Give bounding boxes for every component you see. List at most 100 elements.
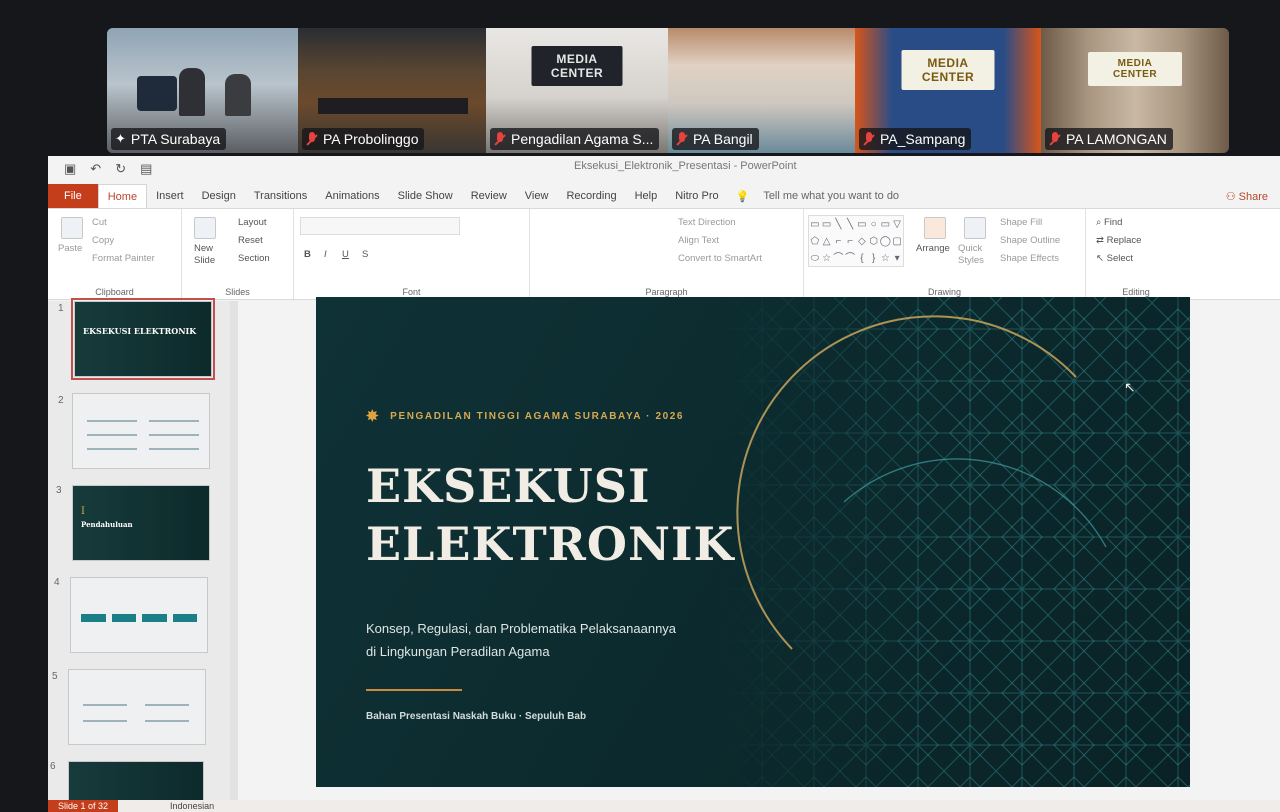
tab-animations[interactable]: Animations — [316, 184, 388, 208]
muted-mic-icon — [494, 131, 506, 147]
slide-thumbnail[interactable] — [70, 577, 208, 653]
tab-nitro-pro[interactable]: Nitro Pro — [666, 184, 727, 208]
undo-icon[interactable]: ↶ — [90, 161, 101, 177]
tab-slide-show[interactable]: Slide Show — [389, 184, 462, 208]
participant-name: PA LAMONGAN — [1045, 128, 1173, 150]
shapes-gallery[interactable]: ▭ ▭ ╲ ╲ ▭ ○ ▭ ▽ ⬠ △ ⌐ ⌐ ◇ ⬡ ◯ ▢ ⬭ ☆ ⌒ ⌒{} ☆ ▾ — [808, 215, 904, 267]
align-text-button[interactable]: Align Text — [678, 235, 719, 246]
convert-smartart-button[interactable]: Convert to SmartArt — [678, 253, 762, 264]
participant-name: PA Probolinggo — [302, 128, 425, 150]
copy-button[interactable]: Copy — [92, 235, 114, 246]
slide-counter: Slide 1 of 32 — [48, 800, 119, 812]
share-button[interactable]: ⚇ Share — [1226, 190, 1268, 203]
thumbnail-roman: I — [81, 506, 85, 517]
editing-group: ⌕ Find ⇄ Replace ↖ Select Editing — [1086, 209, 1186, 301]
media-center-sign: MEDIA CENTER — [901, 50, 995, 90]
thumbnail-line — [145, 704, 189, 706]
arrange-button[interactable]: Arrange — [916, 243, 950, 254]
paste-button[interactable]: Paste — [58, 243, 82, 254]
tab-design[interactable]: Design — [193, 184, 245, 208]
cut-button[interactable]: Cut — [92, 217, 107, 228]
thumbnail-number: 1 — [58, 303, 64, 314]
tell-me-search[interactable]: Tell me what you want to do — [763, 190, 899, 202]
participant-tile[interactable]: PA Probolinggo — [298, 28, 486, 153]
tab-transitions[interactable]: Transitions — [245, 184, 316, 208]
new-slide-button[interactable]: New Slide — [194, 243, 222, 267]
shape-outline-button[interactable]: Shape Outline — [1000, 235, 1060, 246]
participant-tile[interactable]: ✦ PTA Surabaya — [107, 28, 298, 153]
thumbnail-line — [83, 704, 127, 706]
muted-mic-icon — [1049, 131, 1061, 147]
media-center-sign: MEDIA CENTER — [1088, 52, 1182, 86]
thumbnail-line — [145, 720, 189, 722]
new-slide-icon[interactable] — [194, 217, 216, 239]
slide-thumbnail[interactable] — [68, 669, 206, 745]
participant-name: ✦ PTA Surabaya — [111, 128, 227, 150]
bold-button[interactable]: B — [304, 249, 311, 260]
ribbon-home: Paste Cut Copy Format Painter Clipboard … — [48, 208, 1280, 301]
slide-canvas[interactable]: ✸ PENGADILAN TINGGI AGAMA SURABAYA · 202… — [316, 297, 1190, 787]
language-indicator[interactable]: Indonesian — [170, 801, 214, 811]
thumbnail-number: 5 — [52, 671, 58, 682]
font-name-box[interactable] — [300, 217, 460, 235]
participant-name: Pengadilan Agama S... — [490, 128, 660, 150]
text-direction-button[interactable]: Text Direction — [678, 217, 736, 228]
slide-thumbnail[interactable]: EKSEKUSI ELEKTRONIK — [71, 298, 215, 380]
paste-icon[interactable] — [61, 217, 83, 239]
tab-home[interactable]: Home — [97, 184, 148, 208]
mouse-cursor-icon: ↖ — [1124, 379, 1136, 395]
save-icon[interactable]: ▣ — [64, 161, 76, 177]
quick-styles-button[interactable]: Quick Styles — [958, 243, 992, 267]
participant-tile[interactable]: PA Bangil — [668, 28, 855, 153]
format-painter-button[interactable]: Format Painter — [92, 253, 155, 264]
screen: ✦ PTA Surabaya PA Probolinggo MEDIA CENT… — [0, 0, 1280, 812]
thumbnail-number: 4 — [54, 577, 60, 588]
italic-button[interactable]: I — [324, 249, 327, 260]
tab-insert[interactable]: Insert — [147, 184, 193, 208]
slide-thumbnail[interactable]: I Pendahuluan — [72, 485, 210, 561]
slide-thumbnail[interactable] — [72, 393, 210, 469]
participant-strip: ✦ PTA Surabaya PA Probolinggo MEDIA CENT… — [107, 28, 1229, 153]
tab-view[interactable]: View — [516, 184, 558, 208]
participant-tile[interactable]: MEDIA CENTER PA LAMONGAN — [1041, 28, 1229, 153]
arrange-icon[interactable] — [924, 217, 946, 239]
thumbnail-line — [87, 434, 137, 436]
font-label: Font — [402, 287, 421, 297]
reset-button[interactable]: Reset — [238, 235, 263, 246]
thumbnail-scrollbar[interactable] — [230, 301, 238, 801]
quick-styles-icon[interactable] — [964, 217, 986, 239]
lightbulb-icon: 💡 — [735, 190, 750, 203]
paragraph-label: Paragraph — [645, 287, 688, 297]
shadow-button[interactable]: S — [362, 249, 368, 260]
shape-fill-button[interactable]: Shape Fill — [1000, 217, 1042, 228]
muted-mic-icon — [306, 131, 318, 147]
drawing-group: ▭ ▭ ╲ ╲ ▭ ○ ▭ ▽ ⬠ △ ⌐ ⌐ ◇ ⬡ ◯ ▢ ⬭ ☆ ⌒ ⌒{} ☆ ▾ Arrange Quick… — [804, 209, 1086, 301]
person-icon: ⚇ — [1225, 191, 1239, 203]
clipboard-label: Clipboard — [95, 287, 134, 297]
thumbnail-number: 2 — [58, 395, 64, 406]
underline-button[interactable]: U — [342, 249, 349, 260]
tab-review[interactable]: Review — [462, 184, 516, 208]
slide-thumbnail[interactable] — [68, 761, 204, 801]
participant-tile[interactable]: MEDIA CENTER PA_Sampang — [855, 28, 1041, 153]
find-button[interactable]: ⌕ Find — [1096, 217, 1122, 228]
layout-button[interactable]: Layout — [238, 217, 267, 228]
editing-label: Editing — [1122, 287, 1150, 297]
start-slideshow-icon[interactable]: ▤ — [140, 161, 152, 177]
replace-button[interactable]: ⇄ Replace — [1096, 235, 1141, 246]
tab-recording[interactable]: Recording — [557, 184, 625, 208]
thumbnail-line — [87, 448, 137, 450]
slide-subtitle: Konsep, Regulasi, dan Problematika Pelak… — [366, 621, 677, 659]
thumbnail-line — [149, 434, 199, 436]
participant-tile[interactable]: MEDIA CENTER Pengadilan Agama S... — [486, 28, 668, 153]
redo-icon[interactable]: ↻ — [115, 161, 126, 177]
select-button[interactable]: ↖ Select — [1096, 253, 1133, 264]
tab-file[interactable]: File — [48, 184, 98, 208]
tab-help[interactable]: Help — [626, 184, 667, 208]
muted-mic-icon — [676, 131, 688, 147]
thumbnail-number: 6 — [50, 761, 56, 772]
window-title: Eksekusi_Elektronik_Presentasi - PowerPo… — [574, 160, 797, 172]
section-button[interactable]: Section — [238, 253, 270, 264]
ribbon-tabs: File Home Insert Design Transitions Anim… — [48, 184, 1280, 208]
shape-effects-button[interactable]: Shape Effects — [1000, 253, 1059, 264]
